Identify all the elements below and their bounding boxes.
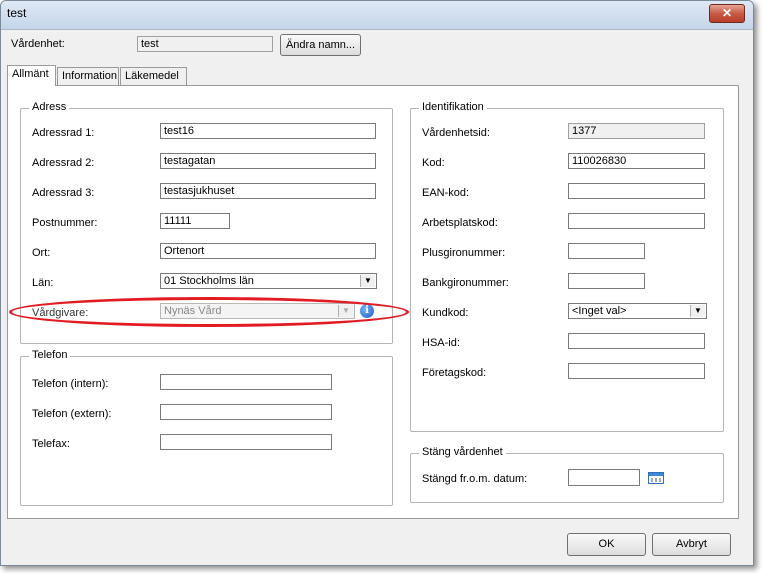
chevron-down-icon[interactable]: ▼ xyxy=(360,275,375,287)
dialog-window: test ✕ Vårdenhet: test Ändra namn... All… xyxy=(0,0,754,566)
lan-label: Län: xyxy=(32,277,54,289)
arbetsplatskod-field[interactable] xyxy=(568,213,705,229)
highlight-annotation xyxy=(9,297,409,327)
stangd-datum-field[interactable] xyxy=(568,469,640,486)
adressrad3-label: Adressrad 3: xyxy=(32,187,95,199)
kod-field[interactable]: 110026830 xyxy=(568,153,705,169)
ort-label: Ort: xyxy=(32,247,51,259)
adress-group-title: Adress xyxy=(29,101,70,113)
bankgironummer-label: Bankgironummer: xyxy=(422,277,509,289)
telefon-extern-field[interactable] xyxy=(160,404,332,420)
bankgironummer-field[interactable] xyxy=(568,273,645,289)
adressrad2-label: Adressrad 2: xyxy=(32,157,95,169)
telefon-intern-label: Telefon (intern): xyxy=(32,378,109,390)
lan-select[interactable]: 01 Stockholms län ▼ xyxy=(160,273,377,289)
telefon-group-title: Telefon xyxy=(29,349,71,361)
telefon-extern-label: Telefon (extern): xyxy=(32,408,112,420)
kod-label: Kod: xyxy=(422,157,445,169)
adressrad2-field[interactable]: testagatan xyxy=(160,153,376,169)
chevron-down-icon[interactable]: ▼ xyxy=(690,305,705,317)
stang-group-title: Stäng vårdenhet xyxy=(419,446,506,458)
arbetsplatskod-label: Arbetsplatskod: xyxy=(422,217,498,229)
ort-field[interactable]: Ortenort xyxy=(160,243,376,259)
telefon-intern-field[interactable] xyxy=(160,374,332,390)
postnummer-label: Postnummer: xyxy=(32,217,98,229)
rename-button[interactable]: Ändra namn... xyxy=(280,34,361,56)
adressrad3-field[interactable]: testasjukhuset xyxy=(160,183,376,199)
tab-information[interactable]: Information xyxy=(57,67,119,85)
close-icon: ✕ xyxy=(721,6,733,20)
lan-select-value: 01 Stockholms län xyxy=(164,275,254,287)
postnummer-field[interactable]: 11111 xyxy=(160,213,230,229)
telefax-label: Telefax: xyxy=(32,438,70,450)
hsa-id-label: HSA-id: xyxy=(422,337,460,349)
foretagskod-field[interactable] xyxy=(568,363,705,379)
ean-kod-field[interactable] xyxy=(568,183,705,199)
adressrad1-label: Adressrad 1: xyxy=(32,127,95,139)
vardenhetsid-label: Vårdenhetsid: xyxy=(422,127,490,139)
vardenhet-label: Vårdenhet: xyxy=(11,38,65,50)
foretagskod-label: Företagskod: xyxy=(422,367,487,379)
tab-lakemedel[interactable]: Läkemedel xyxy=(120,67,187,85)
tab-allmant[interactable]: Allmänt xyxy=(7,65,56,86)
kundkod-select[interactable]: <Inget val> ▼ xyxy=(568,303,707,319)
vardenhetsid-field: 1377 xyxy=(568,123,705,139)
ean-kod-label: EAN-kod: xyxy=(422,187,470,199)
plusgironummer-field[interactable] xyxy=(568,243,645,259)
kundkod-select-value: <Inget val> xyxy=(572,305,627,317)
adressrad1-field[interactable]: test16 xyxy=(160,123,376,139)
identifikation-group-title: Identifikation xyxy=(419,101,487,113)
vardenhet-name-field: test xyxy=(137,36,273,52)
cancel-button[interactable]: Avbryt xyxy=(652,533,731,556)
telefax-field[interactable] xyxy=(160,434,332,450)
window-title: test xyxy=(7,6,27,20)
close-button[interactable]: ✕ xyxy=(709,4,745,23)
hsa-id-field[interactable] xyxy=(568,333,705,349)
stangd-datum-label: Stängd fr.o.m. datum: xyxy=(422,473,528,485)
title-bar: test ✕ xyxy=(1,1,753,30)
plusgironummer-label: Plusgironummer: xyxy=(422,247,506,259)
calendar-icon[interactable] xyxy=(648,472,664,484)
ok-button[interactable]: OK xyxy=(567,533,646,556)
kundkod-label: Kundkod: xyxy=(422,307,469,319)
